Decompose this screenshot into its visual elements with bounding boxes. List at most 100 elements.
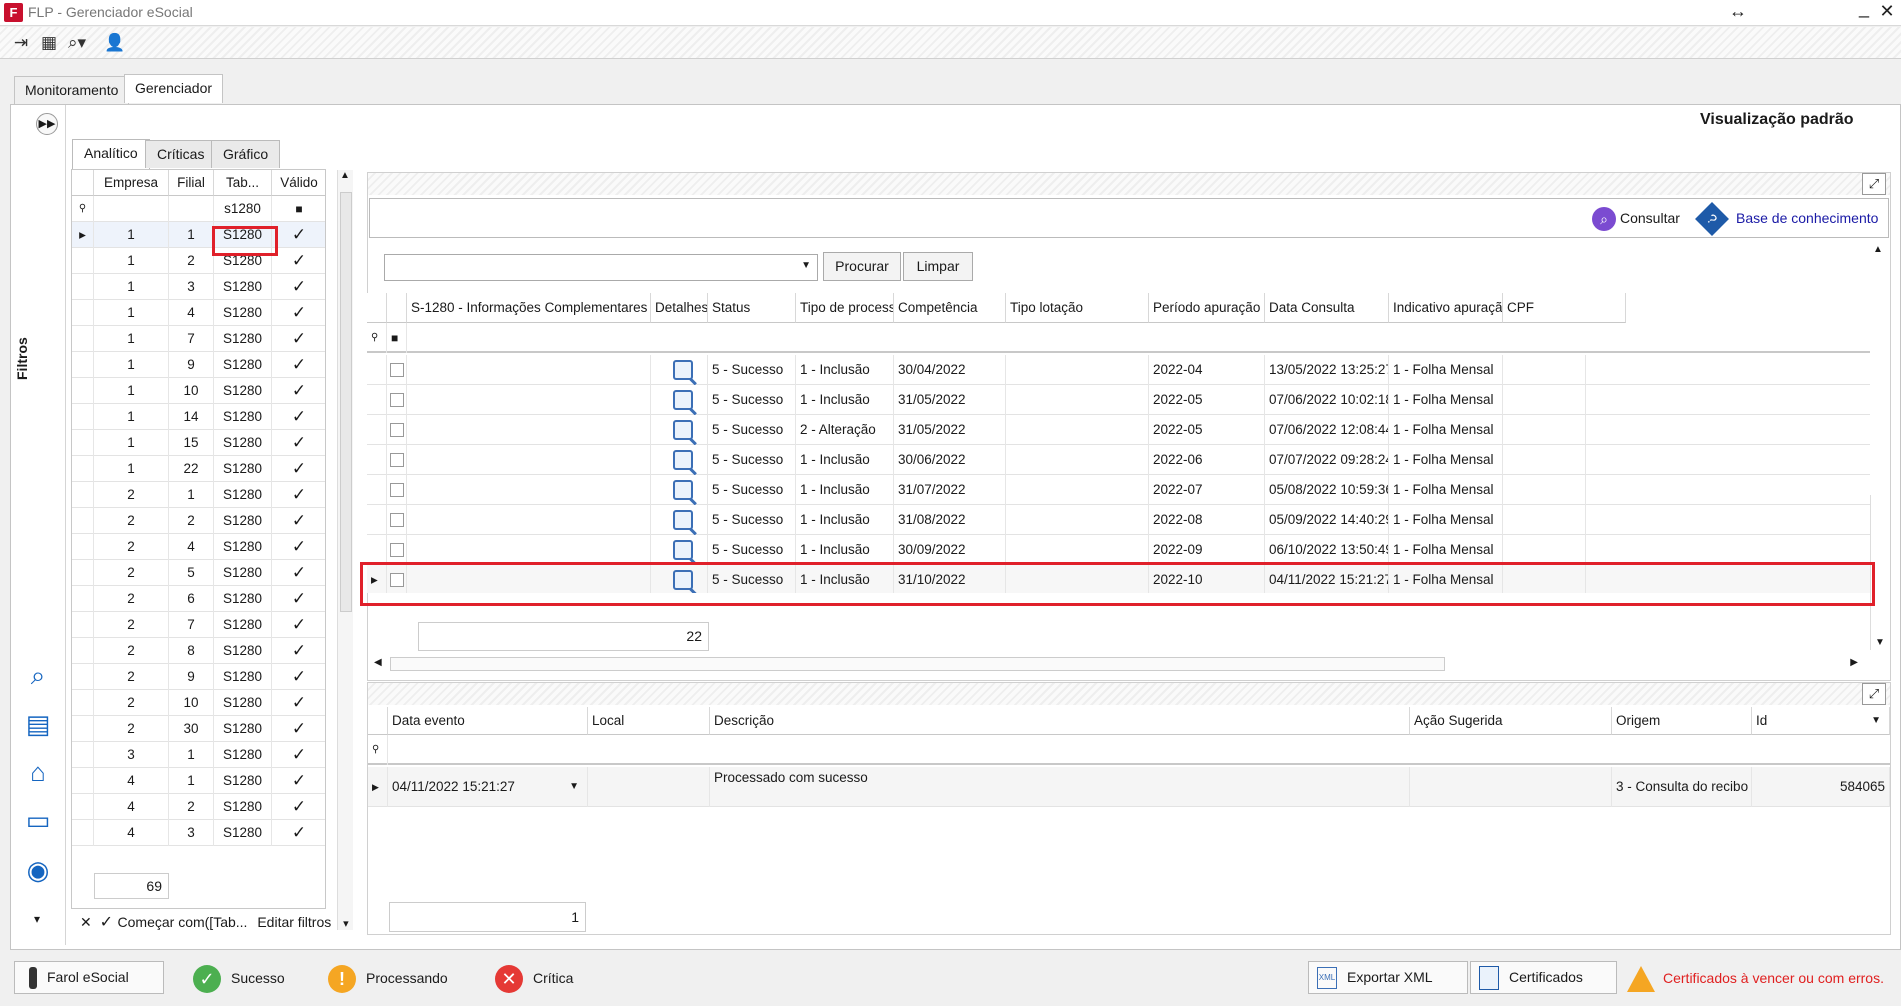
resize-icon[interactable]: ↔ <box>1726 1 1750 22</box>
cell-filial[interactable]: 4 <box>169 534 214 560</box>
cell-data-evento[interactable]: 04/11/2022 15:21:27 ▼ <box>388 767 588 807</box>
home-icon[interactable]: ⌂ <box>20 754 56 790</box>
table-row[interactable]: 4 3 S1280 ✓ <box>72 820 325 846</box>
cell-periodo-apuracao[interactable]: 2022-07 <box>1149 475 1265 505</box>
magnify-document-icon[interactable] <box>673 510 693 530</box>
header-evento[interactable]: S-1280 - Informações Complementares aos … <box>407 293 651 323</box>
header-status[interactable]: Status <box>708 293 796 323</box>
computer-icon[interactable]: ▭ <box>20 802 56 838</box>
cell-tabela[interactable]: S1280 <box>214 482 272 508</box>
table-row[interactable]: 5 - Sucesso 1 - Inclusão 30/06/2022 2022-06… <box>367 445 1870 475</box>
cell-indicativo-apuracao[interactable]: 1 - Folha Mensal <box>1389 535 1503 565</box>
table-row[interactable]: 4 2 S1280 ✓ <box>72 794 325 820</box>
certificados-button[interactable]: Certificados <box>1470 961 1617 994</box>
cell-empresa[interactable]: 2 <box>94 534 169 560</box>
cell-empresa[interactable]: 1 <box>94 404 169 430</box>
cell-empresa[interactable]: 1 <box>94 326 169 352</box>
search-icon[interactable]: ⌕ <box>20 657 56 693</box>
row-indicator[interactable]: ▸ <box>72 222 94 248</box>
details-icon[interactable] <box>651 475 708 505</box>
cell-filial[interactable]: 4 <box>169 300 214 326</box>
table-row[interactable]: 1 7 S1280 ✓ <box>72 326 325 352</box>
cell-tipo-processo[interactable]: 2 - Alteração <box>796 415 894 445</box>
cell-empresa[interactable]: 1 <box>94 274 169 300</box>
header-local[interactable]: Local <box>588 707 710 735</box>
table-row[interactable]: 1 4 S1280 ✓ <box>72 300 325 326</box>
cell-valido-checkbox[interactable]: ✓ <box>272 456 325 482</box>
row-indicator[interactable] <box>72 378 94 404</box>
cell-indicativo-apuracao[interactable]: 1 - Folha Mensal <box>1389 445 1503 475</box>
row-checkbox[interactable] <box>387 445 407 475</box>
cell-competencia[interactable]: 30/09/2022 <box>894 535 1006 565</box>
table-row[interactable]: 1 9 S1280 ✓ <box>72 352 325 378</box>
cell-evento[interactable] <box>407 415 651 445</box>
cell-empresa[interactable]: 1 <box>94 456 169 482</box>
farol-esocial-button[interactable]: Farol eSocial <box>14 961 164 994</box>
scroll-up-icon[interactable]: ▲ <box>1873 244 1883 255</box>
cell-valido-checkbox[interactable]: ✓ <box>272 560 325 586</box>
cell-filial[interactable]: 15 <box>169 430 214 456</box>
cell-valido-checkbox[interactable]: ✓ <box>272 404 325 430</box>
table-row[interactable]: 2 7 S1280 ✓ <box>72 612 325 638</box>
cell-valido-checkbox[interactable]: ✓ <box>272 794 325 820</box>
cell-filial[interactable]: 8 <box>169 638 214 664</box>
cell-status[interactable]: 5 - Sucesso <box>708 445 796 475</box>
cell-periodo-apuracao[interactable]: 2022-04 <box>1149 355 1265 385</box>
cell-empresa[interactable]: 2 <box>94 638 169 664</box>
details-icon[interactable] <box>651 355 708 385</box>
cell-origem[interactable]: 3 - Consulta do recibo <box>1612 767 1752 807</box>
cell-empresa[interactable]: 1 <box>94 430 169 456</box>
cell-tabela[interactable]: S1280 <box>214 638 272 664</box>
row-indicator[interactable] <box>72 768 94 794</box>
filter-tabela[interactable]: s1280 <box>214 196 272 222</box>
cell-data-consulta[interactable]: 07/06/2022 10:02:18 <box>1265 385 1389 415</box>
table-row[interactable]: ▶ 04/11/2022 15:21:27 ▼ Processado com su… <box>368 767 1890 807</box>
row-indicator[interactable] <box>72 690 94 716</box>
magnify-document-icon[interactable] <box>673 420 693 440</box>
maximize-icon[interactable]: ⤢ <box>1862 173 1886 195</box>
table-row[interactable]: 1 15 S1280 ✓ <box>72 430 325 456</box>
cell-empresa[interactable]: 1 <box>94 248 169 274</box>
header-detalhes[interactable]: Detalhes <box>651 293 708 323</box>
tab-grafico[interactable]: Gráfico <box>211 140 281 168</box>
cell-competencia[interactable]: 30/04/2022 <box>894 355 1006 385</box>
cell-tipo-lotacao[interactable] <box>1006 385 1149 415</box>
cell-empresa[interactable]: 2 <box>94 508 169 534</box>
scroll-thumb[interactable] <box>340 192 352 612</box>
row-indicator[interactable] <box>72 560 94 586</box>
cell-periodo-apuracao[interactable]: 2022-05 <box>1149 385 1265 415</box>
exportar-xml-button[interactable]: XML Exportar XML <box>1308 961 1468 994</box>
edit-filters-link[interactable]: Editar filtros <box>257 914 331 930</box>
magnify-document-icon[interactable] <box>673 480 693 500</box>
cell-tabela[interactable]: S1280 <box>214 274 272 300</box>
cell-empresa[interactable]: 4 <box>94 794 169 820</box>
cell-valido-checkbox[interactable]: ✓ <box>272 534 325 560</box>
header-indicativo-apuracao[interactable]: Indicativo apuração <box>1389 293 1503 323</box>
cell-local[interactable] <box>588 767 710 807</box>
header-competencia[interactable]: Competência <box>894 293 1006 323</box>
header-cpf[interactable]: CPF <box>1503 293 1626 323</box>
details-icon[interactable] <box>651 505 708 535</box>
table-row[interactable]: 5 - Sucesso 1 - Inclusão 30/04/2022 2022-04… <box>367 355 1870 385</box>
row-indicator[interactable] <box>72 534 94 560</box>
cell-empresa[interactable]: 4 <box>94 820 169 846</box>
cell-cpf[interactable] <box>1503 535 1586 565</box>
chevron-down-icon[interactable]: ▼ <box>801 260 811 271</box>
cell-empresa[interactable]: 2 <box>94 560 169 586</box>
magnify-document-icon[interactable] <box>673 390 693 410</box>
cell-filial[interactable]: 2 <box>169 794 214 820</box>
cell-tabela[interactable]: S1280 <box>214 404 272 430</box>
cell-tabela[interactable]: S1280 <box>214 664 272 690</box>
header-tipo-processo[interactable]: Tipo de processo <box>796 293 894 323</box>
cell-valido-checkbox[interactable]: ✓ <box>272 326 325 352</box>
tab-analitico[interactable]: Analítico <box>72 139 150 169</box>
row-indicator[interactable] <box>72 742 94 768</box>
cell-tipo-processo[interactable]: 1 - Inclusão <box>796 535 894 565</box>
table-row[interactable]: 1 22 S1280 ✓ <box>72 456 325 482</box>
cell-cpf[interactable] <box>1503 385 1586 415</box>
row-indicator[interactable] <box>72 586 94 612</box>
document-icon[interactable]: ▤ <box>20 706 56 742</box>
cell-competencia[interactable]: 31/07/2022 <box>894 475 1006 505</box>
cell-valido-checkbox[interactable]: ✓ <box>272 820 325 846</box>
cell-empresa[interactable]: 2 <box>94 586 169 612</box>
